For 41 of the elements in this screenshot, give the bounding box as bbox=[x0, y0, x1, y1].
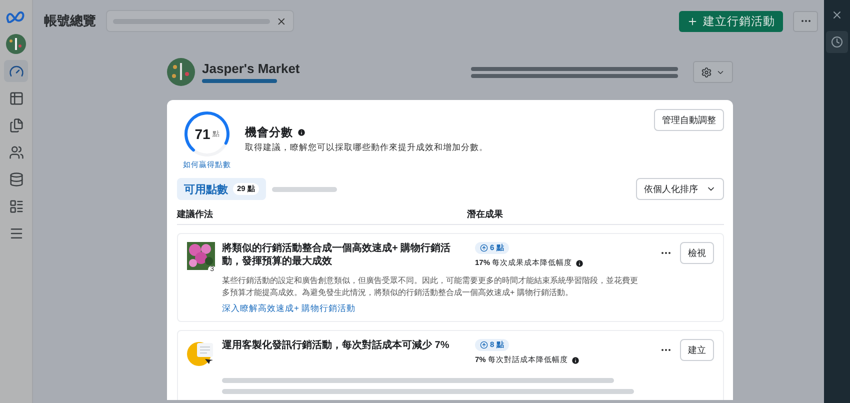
plus-icon bbox=[687, 16, 698, 26]
column-header: 潛在成果 bbox=[467, 208, 504, 221]
sort-dropdown[interactable]: 依個人化排序 bbox=[636, 178, 724, 200]
settings-icon bbox=[701, 66, 712, 78]
score-title: 機會分數 bbox=[245, 125, 293, 140]
info-icon[interactable] bbox=[570, 356, 580, 365]
pages-icon[interactable] bbox=[8, 118, 24, 132]
megaphone-illustration-icon bbox=[187, 339, 215, 368]
recommendation-title: 運用客製化發訊行銷活動，每次對話成本可減少 7% bbox=[222, 339, 450, 352]
table-icon[interactable] bbox=[8, 90, 24, 106]
dashboard-icon[interactable] bbox=[8, 64, 24, 78]
search-field[interactable] bbox=[106, 10, 294, 32]
arrow-up-icon bbox=[480, 341, 488, 350]
column-header: 建議作法 bbox=[177, 208, 214, 221]
history-button[interactable] bbox=[826, 31, 848, 53]
logo-icon[interactable] bbox=[6, 11, 26, 23]
recommendation-description: 某些行銷活動的設定和廣告創意類似，但廣告受眾不同。因此，可能需要更多的時間才能結束系統學習階段，並花費更多預算才能提高成效。為避免發生此情況，將類似的行銷活動整合成一個高效速成+ 購物行銷活動。 bbox=[222, 275, 639, 298]
people-icon[interactable] bbox=[8, 144, 24, 160]
menu-icon[interactable] bbox=[8, 226, 24, 240]
arrow-up-icon bbox=[480, 244, 488, 252]
score-subtitle: 取得建議，瞭解您可以採取哪些動作來提升成效和增加分數。 bbox=[245, 142, 488, 154]
account-name: Jasper's Market bbox=[202, 61, 300, 76]
recommendation-title: 將類似的行銷活動整合成一個高效速成+ 購物行銷活動，發揮預算的最大成效 bbox=[222, 242, 452, 268]
page-title: 帳號總覽 bbox=[44, 12, 96, 30]
close-icon[interactable] bbox=[831, 9, 843, 21]
score-value: 71 bbox=[194, 126, 210, 142]
avatar-icon[interactable] bbox=[6, 34, 26, 54]
manage-button[interactable]: 管理自動調整 bbox=[654, 109, 724, 131]
settings-dropdown[interactable] bbox=[693, 61, 733, 83]
action-button[interactable]: 檢視 bbox=[680, 242, 714, 264]
clock-icon bbox=[831, 36, 843, 48]
database-icon[interactable] bbox=[8, 172, 24, 186]
score-gauge bbox=[182, 109, 232, 159]
account-avatar bbox=[167, 58, 195, 86]
info-icon[interactable] bbox=[575, 258, 584, 268]
learn-more-link[interactable]: 深入瞭解高效速成+ 購物行銷活動 bbox=[222, 303, 714, 316]
create-campaign-button[interactable]: 建立行銷活動 bbox=[679, 10, 783, 32]
action-button[interactable]: 建立 bbox=[680, 339, 714, 362]
clear-icon[interactable] bbox=[276, 16, 287, 26]
info-icon[interactable] bbox=[297, 128, 306, 137]
list-icon[interactable] bbox=[8, 198, 24, 214]
